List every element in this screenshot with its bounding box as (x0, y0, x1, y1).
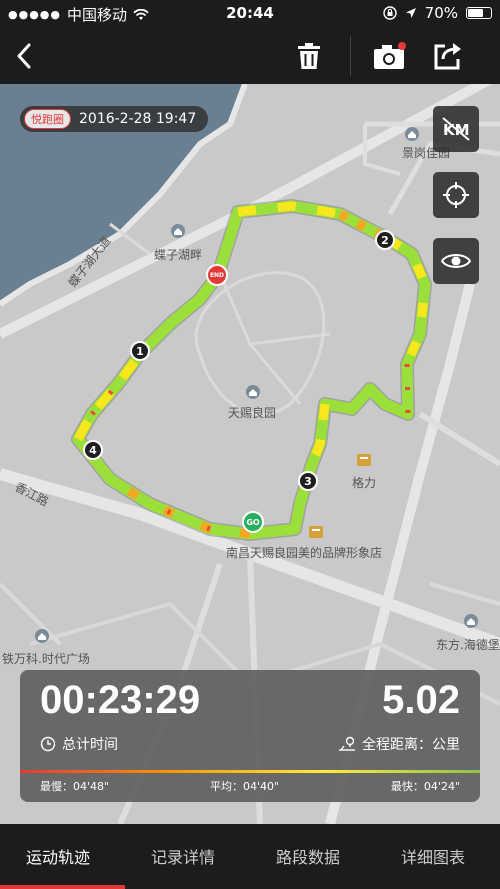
view-toggle-button[interactable] (433, 238, 479, 284)
place-pin-icon (171, 224, 185, 238)
route-end-marker[interactable]: END (206, 264, 228, 286)
back-button[interactable] (4, 36, 44, 76)
map-label: 蝶子湖畔 (154, 248, 203, 262)
share-button[interactable] (428, 36, 468, 76)
status-bar: ●●●●● 中国移动 20:44 70% (0, 0, 500, 28)
crosshair-icon (443, 182, 469, 208)
tab-record-details[interactable]: 记录详情 (151, 844, 215, 868)
map-label: 铁万科.时代广场 (2, 652, 90, 666)
place-pin-icon (405, 127, 419, 141)
eye-icon (441, 254, 471, 268)
total-time-value: 00:23:29 (40, 678, 201, 722)
tab-detailed-charts[interactable]: 详细图表 (401, 844, 465, 868)
battery-percent: 70% (424, 4, 458, 22)
run-date-badge: 悦跑圈 2016-2-28 19:47 (20, 106, 209, 132)
fastest-pace: 最快：04'24" (390, 780, 460, 793)
tab-bar: 运动轨迹 记录详情 路段数据 详细图表 (0, 824, 500, 889)
map-label: 格力 (352, 476, 377, 490)
km-marker[interactable]: 4 (83, 440, 103, 460)
stats-panel: 00:23:29 5.02 总计时间 全程距离：公里 最慢：04'48" 平均：… (20, 670, 480, 802)
shop-icon (357, 454, 371, 466)
locate-button[interactable] (433, 172, 479, 218)
route-start-marker[interactable]: GO (242, 511, 264, 533)
battery-icon (466, 7, 492, 19)
km-markers-off-icon: KM (442, 117, 470, 141)
km-marker[interactable]: 3 (298, 471, 318, 491)
chevron-left-icon (17, 43, 31, 69)
average-pace: 平均：04'40" (210, 780, 280, 793)
map-label: 东方.海德堡 (436, 638, 500, 652)
location-arrow-icon (405, 8, 416, 18)
shop-icon (309, 526, 323, 538)
place-pin-icon (464, 614, 478, 628)
trash-icon (298, 43, 320, 69)
pace-gradient-bar (20, 770, 480, 773)
tab-segment-data[interactable]: 路段数据 (276, 844, 340, 868)
route-pin-icon (339, 736, 355, 751)
delete-button[interactable] (289, 36, 329, 76)
nav-bar (0, 28, 500, 84)
map-label: 天赐良园 (228, 406, 277, 420)
run-datetime: 2016-2-28 19:47 (79, 111, 197, 127)
place-pin-icon (35, 629, 49, 643)
clock-icon (40, 736, 56, 752)
toggle-km-markers-button[interactable]: KM (433, 106, 479, 152)
slowest-pace: 最慢：04'48" (40, 780, 110, 793)
share-icon (434, 43, 461, 70)
active-tab-indicator (0, 885, 125, 889)
distance-caption: 全程距离：公里 (338, 734, 460, 754)
distance-value: 5.02 (382, 678, 460, 722)
place-pin-icon (246, 385, 260, 399)
camera-button[interactable] (370, 36, 410, 76)
camera-icon (374, 42, 406, 69)
km-marker[interactable]: 2 (375, 230, 395, 250)
km-marker[interactable]: 1 (130, 341, 150, 361)
distance-label: 全程距离：公里 (362, 737, 460, 753)
tab-route[interactable]: 运动轨迹 (26, 844, 90, 868)
total-time-caption: 总计时间 (40, 734, 118, 754)
brand-logo: 悦跑圈 (24, 109, 71, 129)
nav-divider (350, 36, 351, 76)
map-label: 南昌天赐良园美的品牌形象店 (226, 546, 383, 560)
rotation-lock-icon (382, 6, 397, 20)
total-time-label: 总计时间 (62, 737, 118, 753)
notification-dot (398, 42, 406, 50)
